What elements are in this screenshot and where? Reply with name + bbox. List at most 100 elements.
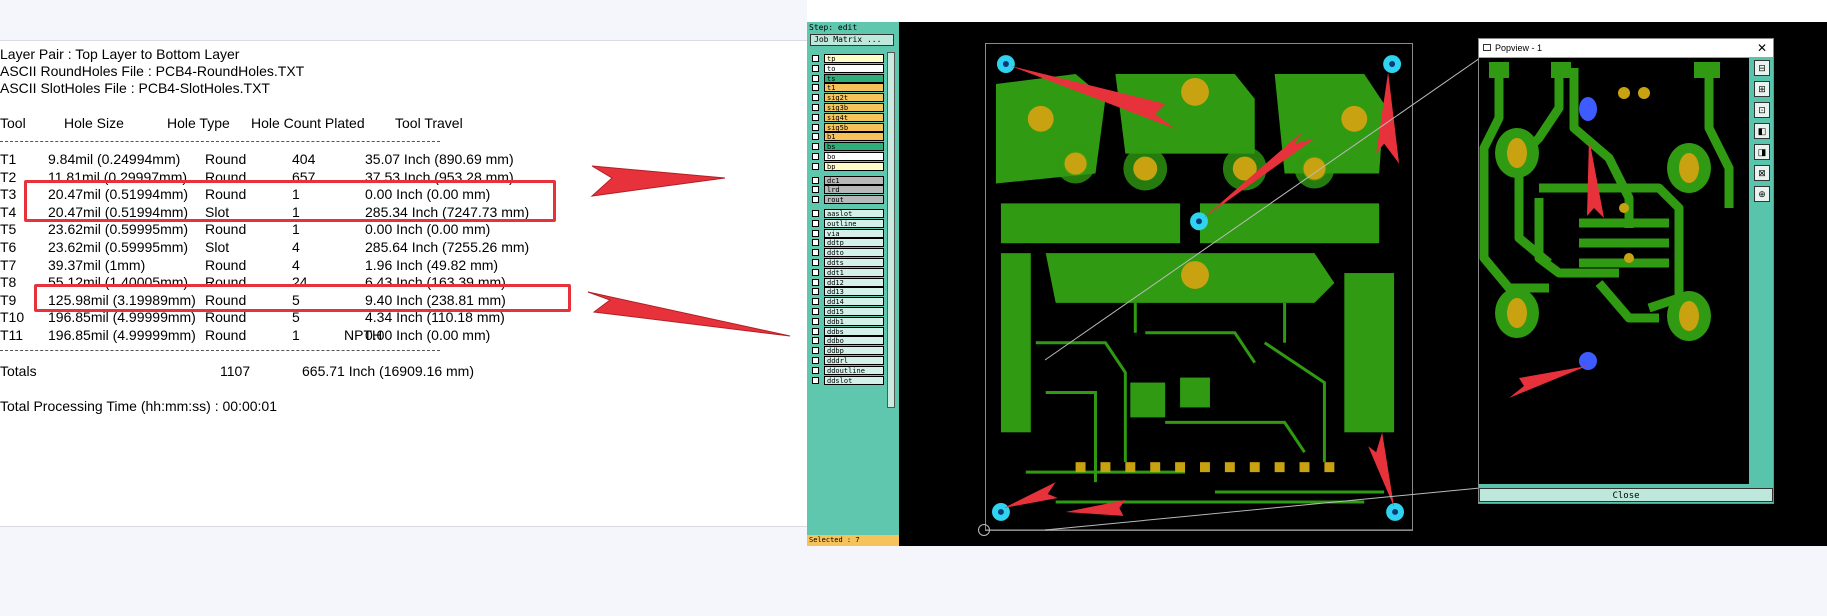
layer-checkbox[interactable] — [812, 268, 819, 276]
layer-name: t1 — [824, 83, 884, 93]
popview-canvas[interactable] — [1479, 58, 1749, 484]
job-matrix-button[interactable]: Job Matrix ... — [810, 34, 894, 46]
zoom-in-icon[interactable]: ⊞ — [1754, 81, 1770, 97]
layer-name: ddts — [824, 258, 884, 267]
layer-checkbox[interactable] — [812, 176, 819, 184]
layer-checkbox[interactable] — [812, 298, 819, 306]
layer-checkbox[interactable] — [812, 64, 819, 72]
layer-panel: Step: edit Job Matrix ... tp to ts t1 sig2t s… — [807, 22, 899, 546]
layer-row[interactable]: ddts — [812, 258, 886, 267]
layer-checkbox[interactable] — [812, 357, 819, 364]
layer-name: ddt1 — [824, 267, 884, 277]
layer-checkbox[interactable] — [812, 239, 819, 247]
layer-checkbox[interactable] — [812, 288, 819, 296]
layer-row[interactable]: sig2t — [812, 93, 886, 103]
layer-checkbox[interactable] — [812, 104, 819, 111]
layer-checkbox[interactable] — [812, 94, 819, 102]
layer-row[interactable]: sig5b — [812, 122, 886, 132]
layer-checkbox[interactable] — [812, 143, 819, 151]
layer-list-scrollbar[interactable] — [887, 52, 895, 408]
layer-name: sig3b — [824, 103, 884, 112]
layer-checkbox[interactable] — [812, 278, 819, 286]
layer-row[interactable]: bp — [812, 161, 886, 171]
layer-name: ddbo — [824, 336, 884, 346]
layer-row[interactable]: dd15 — [812, 307, 886, 316]
layer-name: sig4t — [824, 112, 884, 122]
layer-row[interactable]: bs — [812, 142, 886, 152]
layer-checkbox[interactable] — [812, 55, 819, 62]
layer-checkbox[interactable] — [812, 347, 819, 355]
layer-name: ddtp — [824, 238, 884, 248]
popview-close-button[interactable]: Close — [1479, 488, 1773, 502]
layer-name: to — [824, 63, 884, 73]
layer-row[interactable]: ddto — [812, 248, 886, 258]
layer-checkbox[interactable] — [812, 229, 819, 237]
layer-checkbox[interactable] — [812, 249, 819, 257]
layer-row[interactable]: rout — [812, 195, 886, 205]
zoom-fit-icon[interactable]: ⊟ — [1754, 60, 1770, 76]
layer-row[interactable]: t1 — [812, 83, 886, 93]
layer-checkbox[interactable] — [812, 210, 819, 217]
layer-row[interactable]: ddslot — [812, 375, 886, 385]
layer-checkbox[interactable] — [812, 196, 819, 204]
layer-checkbox[interactable] — [812, 317, 819, 325]
pad — [1551, 62, 1571, 78]
layer-row[interactable]: ddbp — [812, 346, 886, 356]
layer-row[interactable]: to — [812, 63, 886, 73]
layer-row[interactable]: b1 — [812, 132, 886, 142]
layer-row[interactable]: ddb1 — [812, 316, 886, 326]
layer-checkbox[interactable] — [812, 162, 819, 170]
popview-title: Popview - 1 — [1495, 43, 1543, 53]
popview-titlebar[interactable]: Popview - 1 ✕ — [1479, 39, 1773, 57]
zoom-guide-lines — [1044, 57, 1480, 531]
layer-checkbox[interactable] — [812, 74, 819, 82]
layer-row[interactable]: sig4t — [812, 112, 886, 122]
layer-row[interactable]: dddrl — [812, 356, 886, 365]
pan-left-icon[interactable]: ◧ — [1754, 123, 1770, 139]
layer-row[interactable]: ddbo — [812, 336, 886, 346]
layer-row[interactable]: bo — [812, 152, 886, 161]
layer-row[interactable]: ts — [812, 73, 886, 83]
pan-right-icon[interactable]: ◨ — [1754, 144, 1770, 160]
layer-row[interactable]: lrd — [812, 185, 886, 195]
arrow-pointer-t3-t4 — [590, 165, 726, 197]
layer-row[interactable]: sig3b — [812, 103, 886, 112]
layer-row[interactable]: tp — [812, 54, 886, 63]
layer-name: bs — [824, 142, 884, 152]
layer-name: lrd — [824, 185, 884, 195]
zoom-out-icon[interactable]: ⊡ — [1754, 102, 1770, 118]
zoom-window-icon[interactable]: ⊠ — [1754, 165, 1770, 181]
layer-checkbox[interactable] — [812, 259, 819, 266]
layer-row[interactable]: outline — [812, 218, 886, 228]
layer-row[interactable]: aaslot — [812, 209, 886, 218]
layer-row[interactable]: dd13 — [812, 287, 886, 297]
layer-name: sig2t — [824, 93, 884, 103]
layer-checkbox[interactable] — [812, 376, 819, 384]
layer-row[interactable]: dd14 — [812, 297, 886, 307]
layer-row[interactable]: ddtp — [812, 238, 886, 248]
layer-row[interactable]: dc1 — [812, 175, 886, 185]
close-icon[interactable]: ✕ — [1757, 39, 1767, 57]
window-icon — [1483, 44, 1491, 51]
layer-row[interactable]: ddoutline — [812, 365, 886, 375]
layer-name: dd13 — [824, 287, 884, 297]
layer-checkbox[interactable] — [812, 366, 819, 374]
layer-row[interactable]: ddbs — [812, 326, 886, 336]
layer-row[interactable]: dd12 — [812, 277, 886, 287]
layer-checkbox[interactable] — [812, 219, 819, 227]
layer-checkbox[interactable] — [812, 186, 819, 194]
layer-name: outline — [824, 218, 884, 228]
layer-checkbox[interactable] — [812, 84, 819, 92]
layer-checkbox[interactable] — [812, 133, 819, 141]
layer-checkbox[interactable] — [812, 327, 819, 335]
layer-checkbox[interactable] — [812, 308, 819, 315]
layer-checkbox[interactable] — [812, 337, 819, 345]
selected-count: Selected : 7 — [807, 535, 899, 546]
layer-row[interactable]: via — [812, 228, 886, 238]
layer-checkbox[interactable] — [812, 123, 819, 131]
layer-checkbox[interactable] — [812, 113, 819, 121]
layer-row[interactable]: ddt1 — [812, 267, 886, 277]
layer-name: dd12 — [824, 277, 884, 287]
zoom-home-icon[interactable]: ⊕ — [1754, 186, 1770, 202]
layer-checkbox[interactable] — [812, 153, 819, 160]
